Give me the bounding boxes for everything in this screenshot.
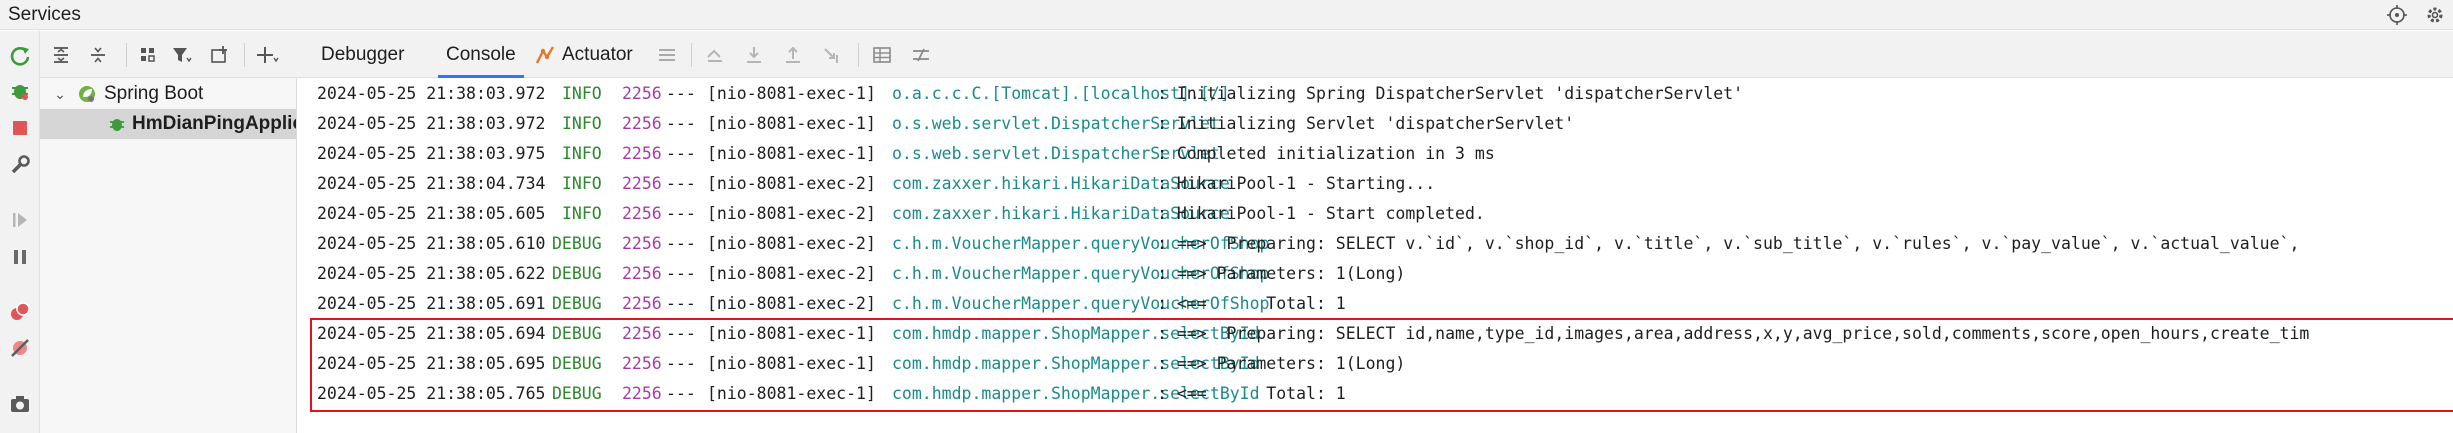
log-separator: --- [666, 84, 696, 103]
services-tree-toolbar [40, 31, 297, 78]
log-pid: 2256 [622, 264, 662, 283]
log-separator: --- [666, 264, 696, 283]
add-service-icon[interactable] [254, 41, 282, 69]
log-timestamp: 2024-05-25 21:38:03.972 [317, 114, 546, 133]
highlight-box [310, 318, 2453, 412]
log-level: INFO [562, 84, 602, 103]
console-output[interactable]: 2024-05-25 21:38:03.972 INFO 2256 --- [nio-8… [297, 78, 2453, 433]
new-tab-icon[interactable] [206, 41, 234, 69]
show-execution-point-icon[interactable] [703, 43, 727, 67]
run-to-cursor-icon[interactable] [820, 43, 844, 67]
log-thread: [nio-8081-exec-2] [707, 264, 876, 283]
tree-node-label: Spring Boot [104, 83, 204, 104]
log-timestamp: 2024-05-25 21:38:03.972 [317, 84, 546, 103]
log-thread: [nio-8081-exec-2] [707, 174, 876, 193]
stop-icon[interactable] [7, 115, 33, 141]
tab-debugger[interactable]: Debugger [321, 31, 404, 78]
log-level: INFO [562, 114, 602, 133]
step-into-icon[interactable] [742, 43, 766, 67]
expand-all-icon[interactable] [47, 41, 75, 69]
log-separator: --- [666, 174, 696, 193]
tab-actuator[interactable]: Actuator [534, 31, 633, 78]
tree-node-label: HmDianPingApplic [132, 113, 297, 134]
group-by-icon[interactable] [134, 41, 162, 69]
log-pid: 2256 [622, 84, 662, 103]
services-tree: ⌄ Spring Boot HmDianPingApplic [40, 78, 297, 433]
tree-node-hmdianping-application[interactable]: HmDianPingApplic [40, 109, 297, 139]
log-level: DEBUG [552, 294, 602, 313]
log-level: INFO [562, 174, 602, 193]
menu-lines-icon[interactable] [655, 43, 679, 67]
log-thread: [nio-8081-exec-1] [707, 144, 876, 163]
log-message: : ==> Preparing: SELECT v.`id`, v.`shop_… [1157, 234, 2300, 253]
window-title: Services [8, 3, 81, 25]
log-thread: [nio-8081-exec-2] [707, 204, 876, 223]
step-out-icon[interactable] [781, 43, 805, 67]
log-level: DEBUG [552, 234, 602, 253]
log-separator: --- [666, 294, 696, 313]
log-separator: --- [666, 114, 696, 133]
log-pid: 2256 [622, 174, 662, 193]
log-separator: --- [666, 234, 696, 253]
log-message: : HikariPool-1 - Starting... [1157, 174, 1436, 193]
log-pid: 2256 [622, 294, 662, 313]
log-pid: 2256 [622, 204, 662, 223]
log-level: DEBUG [552, 264, 602, 283]
pause-icon[interactable] [7, 244, 33, 270]
rerun-icon[interactable] [7, 43, 33, 69]
log-separator: --- [666, 204, 696, 223]
debug-bug-icon [108, 113, 126, 135]
wrench-icon[interactable] [7, 152, 33, 178]
trace-icon[interactable] [909, 43, 933, 67]
filter-icon[interactable] [168, 41, 196, 69]
tab-label: Console [446, 43, 516, 65]
tab-console[interactable]: Console [438, 31, 524, 78]
log-message: : <== Total: 1 [1157, 294, 1346, 313]
view-breakpoints-icon[interactable] [7, 299, 33, 325]
mute-breakpoints-icon[interactable] [7, 335, 33, 361]
collapse-all-icon[interactable] [84, 41, 112, 69]
gear-icon[interactable] [2423, 3, 2447, 27]
log-pid: 2256 [622, 234, 662, 253]
log-message: : Initializing Servlet 'dispatcherServle… [1157, 114, 1575, 133]
log-timestamp: 2024-05-25 21:38:04.734 [317, 174, 546, 193]
title-bar: Services [0, 0, 2453, 30]
log-timestamp: 2024-05-25 21:38:05.622 [317, 264, 546, 283]
log-message: : Initializing Spring DispatcherServlet … [1157, 84, 1744, 103]
log-pid: 2256 [622, 144, 662, 163]
actuator-icon [534, 44, 556, 66]
camera-icon[interactable] [7, 391, 33, 417]
log-thread: [nio-8081-exec-1] [707, 84, 876, 103]
log-thread: [nio-8081-exec-1] [707, 114, 876, 133]
log-level: INFO [562, 144, 602, 163]
log-message: : Completed initialization in 3 ms [1157, 144, 1495, 163]
log-timestamp: 2024-05-25 21:38:05.605 [317, 204, 546, 223]
tool-window-tabs: Debugger Console Actuator [297, 31, 2453, 78]
left-toolbar [0, 31, 40, 433]
log-timestamp: 2024-05-25 21:38:05.691 [317, 294, 546, 313]
evaluate-table-icon[interactable] [870, 43, 894, 67]
log-thread: [nio-8081-exec-2] [707, 294, 876, 313]
tab-label: Actuator [562, 43, 633, 65]
log-separator: --- [666, 144, 696, 163]
log-level: INFO [562, 204, 602, 223]
log-message: : HikariPool-1 - Start completed. [1157, 204, 1485, 223]
log-timestamp: 2024-05-25 21:38:05.610 [317, 234, 546, 253]
resume-icon[interactable] [7, 207, 33, 233]
crosshair-icon[interactable] [2385, 3, 2409, 27]
log-thread: [nio-8081-exec-2] [707, 234, 876, 253]
chevron-down-icon[interactable]: ⌄ [50, 86, 70, 103]
log-message: : ==> Parameters: 1(Long) [1157, 264, 1406, 283]
log-pid: 2256 [622, 114, 662, 133]
spring-leaf-icon [76, 83, 98, 105]
log-timestamp: 2024-05-25 21:38:03.975 [317, 144, 546, 163]
tree-node-spring-boot[interactable]: ⌄ Spring Boot [40, 79, 296, 109]
debug-bug-icon[interactable] [7, 78, 33, 104]
tab-label: Debugger [321, 43, 405, 65]
